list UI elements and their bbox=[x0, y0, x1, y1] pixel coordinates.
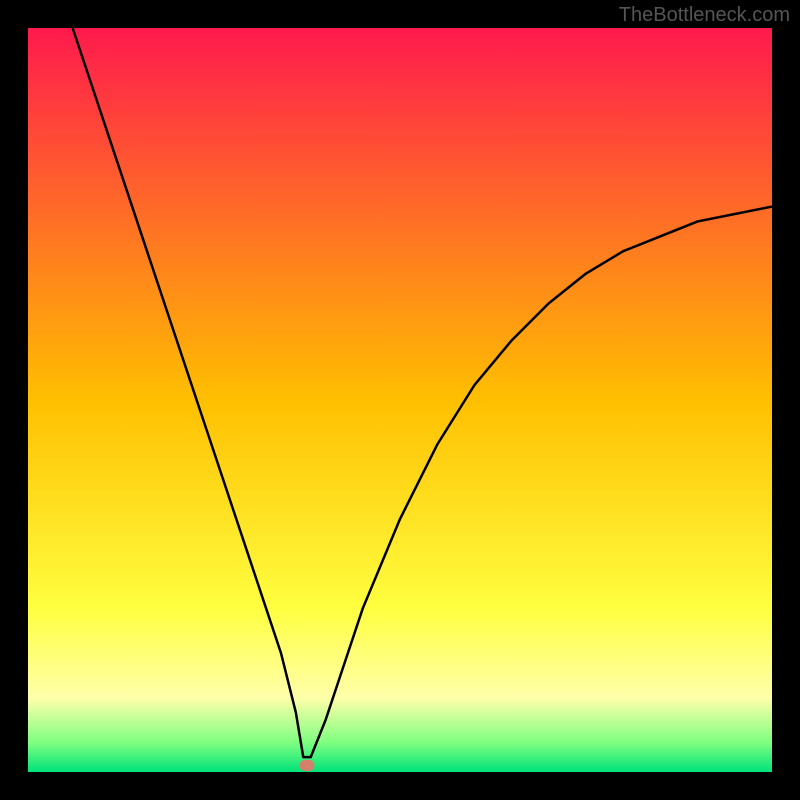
chart-plot-bg bbox=[28, 28, 772, 772]
watermark-text: TheBottleneck.com bbox=[619, 4, 790, 27]
chart-stage: TheBottleneck.com bbox=[0, 0, 800, 800]
minimum-marker bbox=[300, 760, 315, 771]
chart-svg bbox=[0, 0, 800, 800]
